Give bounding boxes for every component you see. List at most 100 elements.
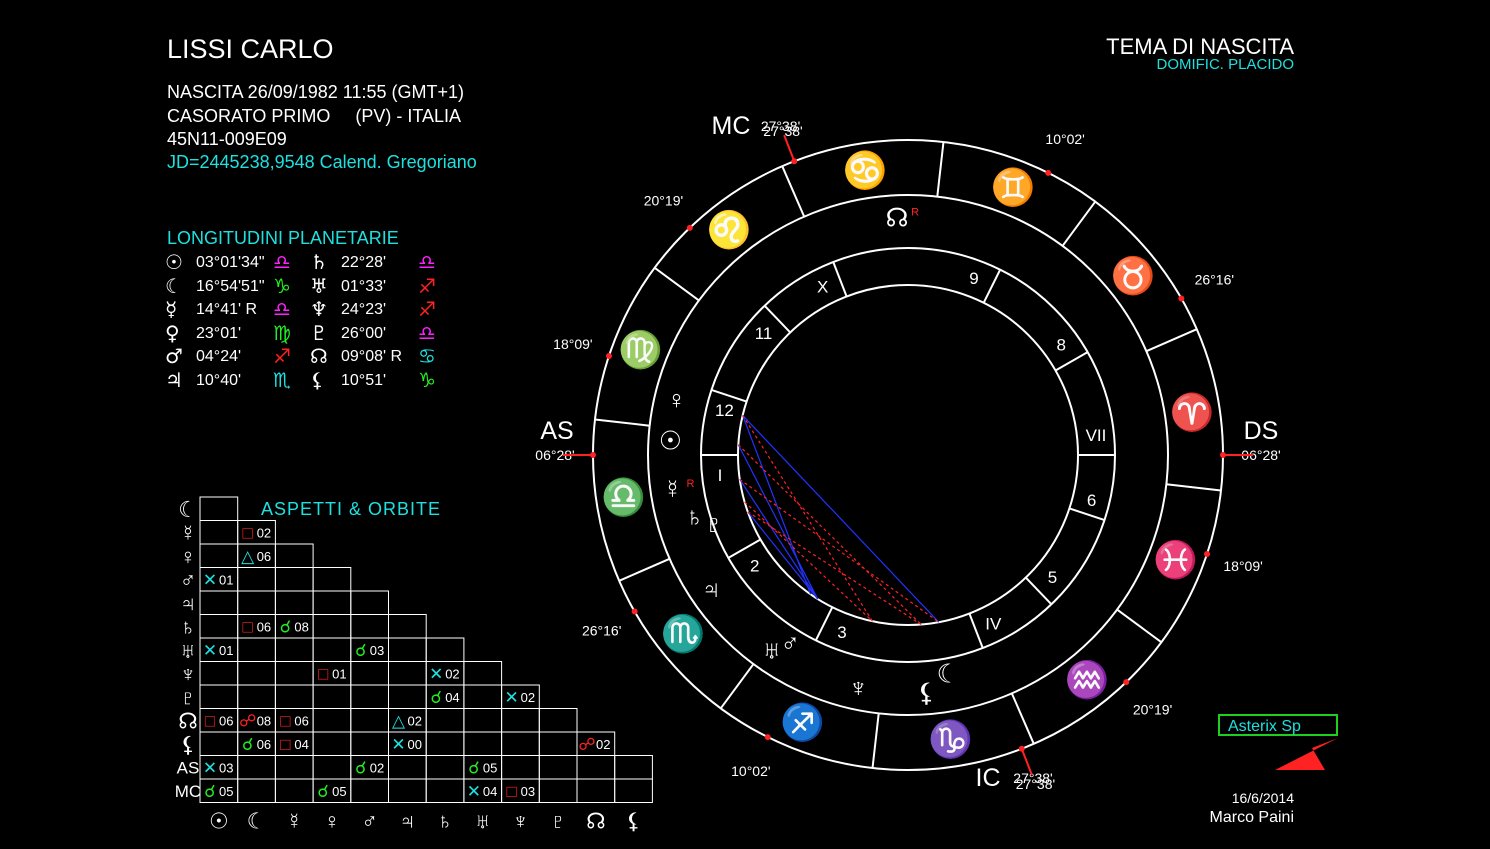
capricorn-icon: ♑ [928,718,973,759]
mc-degree: 27°38' [763,123,802,139]
aspect-row-label: ⚸ [180,732,196,757]
aspect-cell [312,684,352,709]
sign-boundary [719,663,755,709]
aspect-orb: 06 [257,737,271,752]
aspect-cell [237,661,276,686]
cusp-marker [631,608,638,615]
conjunction-icon: ☌ [355,641,366,660]
aspect-cell [237,778,276,803]
trine-icon: △ [241,547,255,566]
cancer-icon: ♋ [843,150,888,191]
aspect-cell [501,731,540,756]
aspect-orb: 02 [370,761,384,776]
aspect-orb: 08 [257,714,271,729]
aspect-row-label: ☊ [178,709,198,734]
house-number: 6 [1087,491,1096,510]
aspect-cell [388,661,427,686]
aspect-orb: 06 [294,714,308,729]
aspect-cell [538,778,578,803]
aspect-orb: 01 [219,643,233,658]
asterix-logo-icon [1275,738,1338,770]
aspect-orb: 02 [445,667,459,682]
scorpio-icon: ♏ [661,613,706,654]
sign-boundary [1010,692,1035,745]
sign-boundary [618,557,671,582]
aspect-orb: 02 [408,714,422,729]
house-number: 3 [837,623,846,642]
conjunction-icon: ☌ [242,735,253,754]
aspect-cell [312,590,352,615]
aspect-row-label: ♄ [180,615,197,640]
aspect-cell [312,614,352,639]
venus-icon: ♀ [667,385,687,415]
cusp-degree: 26°16' [1195,272,1234,288]
aspect-orb: 05 [332,784,346,799]
aspect-cell [463,661,503,686]
aspect-cell [463,708,503,733]
aspect-orb: 03 [370,643,384,658]
aspect-cell [199,520,239,545]
sign-boundary [1145,328,1198,353]
aspect-cell [538,708,578,733]
leo-icon: ♌ [706,209,751,250]
aspect-cell [199,731,239,756]
aspect-orb: 02 [596,737,610,752]
aspect-cell [388,684,427,709]
house-number: 11 [755,324,773,343]
aspect-orb: 06 [219,714,233,729]
sextile-icon: ✕ [203,641,217,660]
opposition-icon: ☍ [239,712,256,731]
aspect-cell [199,614,239,639]
house-number: VII [1086,426,1107,445]
descendant-label: DS [1244,417,1279,445]
aspect-cell [237,590,276,615]
aspect-col-label: ☊ [586,809,606,834]
square-icon: □ [280,735,290,754]
aspect-cell [274,590,314,615]
aspect-col-label: ♀ [324,809,341,834]
aspect-row-label: ♆ [180,662,197,687]
cusp-degree: 18°09' [553,336,592,352]
aspect-cell [463,684,503,709]
saturn-icon: ♄ [685,501,705,531]
aspect-orb: 04 [294,737,308,752]
node-icon: ☊ [886,202,909,232]
aspect-cell [312,708,352,733]
aspect-col-label: ♆ [512,809,529,834]
aspect-row-label: ♂ [180,568,197,593]
square-icon: □ [243,524,253,543]
moon-icon: ☾ [937,658,960,688]
aspect-row-label: MC [175,782,201,801]
cusp-degree: 18°09' [1223,558,1262,574]
aspect-cell [199,590,239,615]
cusp-marker [605,353,612,360]
square-icon: □ [280,712,290,731]
asterix-badge: Asterix Sp [1218,714,1338,736]
cusp-degree: 20°19' [1133,702,1172,718]
cusp-marker [1178,295,1185,302]
midheaven-label: MC [712,112,751,140]
aspect-row-label: ♀ [180,544,197,569]
house-cusp [727,538,761,559]
house-cusp [968,613,984,649]
aspect-cell [425,755,465,780]
house-number: 9 [969,269,978,288]
aspect-cell [501,755,540,780]
aspect-cell [538,755,578,780]
aspect-col-label: ☾ [247,809,267,834]
ic-degree: 27°38' [1013,770,1052,786]
aspect-cell [350,684,389,709]
aspect-cell [199,661,239,686]
aspect-cell [388,778,427,803]
sign-boundary [1166,483,1222,492]
aspect-cell [274,661,314,686]
aspect-orb: 01 [332,667,346,682]
aspect-col-label: ☉ [209,809,229,834]
jupiter-icon: ♃ [701,574,721,604]
sun-icon: ☉ [659,426,682,456]
house-cusp [1055,351,1089,372]
aspect-cell [199,684,239,709]
sign-boundary [781,165,806,218]
cusp-marker [1204,550,1211,557]
aspect-cell [274,778,314,803]
